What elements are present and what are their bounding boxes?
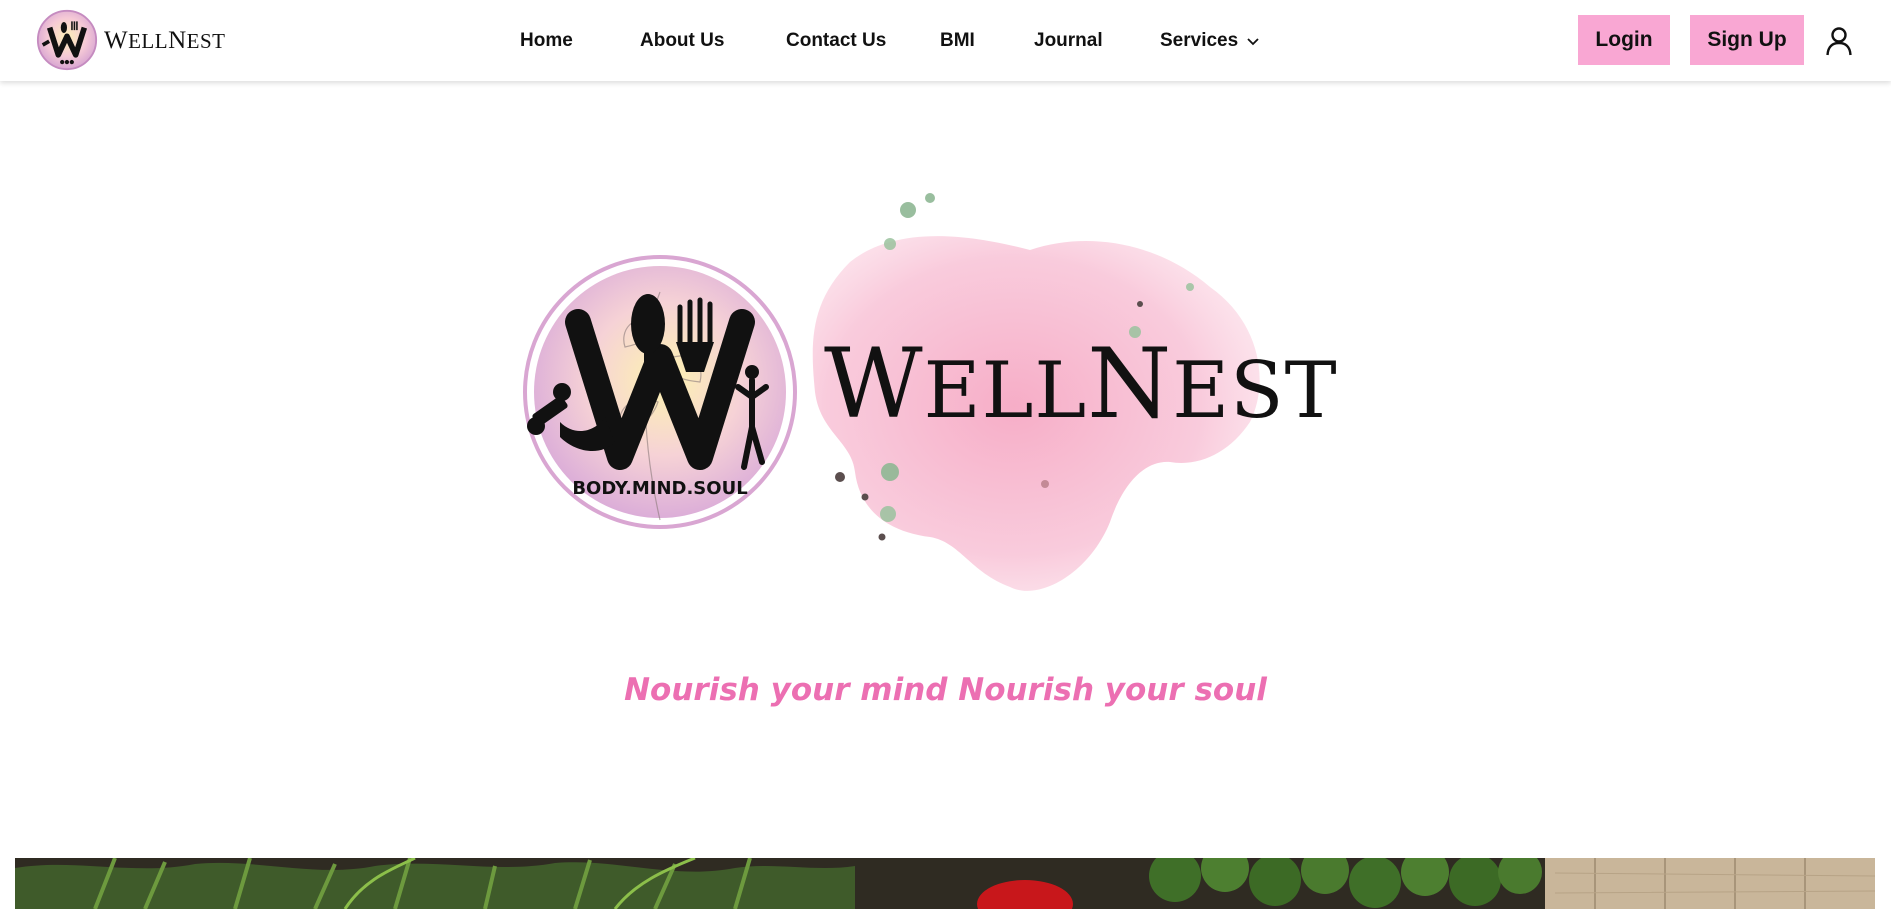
svg-text:●●●: ●●● xyxy=(60,60,75,66)
nav-bmi-link[interactable]: BMI xyxy=(940,29,975,53)
signup-button[interactable]: Sign Up xyxy=(1690,15,1804,65)
navbar: ●●● WELLNEST Home About Us Contact Us BM… xyxy=(0,0,1891,81)
nav-contact-link[interactable]: Contact Us xyxy=(786,29,886,53)
brand-logo-link[interactable]: ●●● WELLNEST xyxy=(36,8,226,72)
nav-home-link[interactable]: Home xyxy=(520,29,573,53)
hero-brand-title: WELLNEST xyxy=(824,328,1338,440)
hero-logo: BODY.MIND.SOUL WELLNEST xyxy=(520,192,1337,612)
hero-tagline: Nourish your mind Nourish your soul xyxy=(624,672,1267,708)
emblem-tagline: BODY.MIND.SOUL xyxy=(572,478,747,499)
nav-about-link[interactable]: About Us xyxy=(640,29,724,53)
hero-emblem-icon: BODY.MIND.SOUL xyxy=(523,255,797,529)
user-icon[interactable] xyxy=(1825,26,1853,56)
login-button[interactable]: Login xyxy=(1578,15,1670,65)
food-banner-graphic xyxy=(15,858,1875,909)
food-banner-image xyxy=(15,858,1875,909)
nav-services-label: Services xyxy=(1160,30,1239,51)
brand-emblem-icon: ●●● xyxy=(36,9,98,71)
brand-name: WELLNEST xyxy=(104,26,226,54)
nav-services-dropdown[interactable]: Services xyxy=(1160,29,1260,53)
nav-journal-link[interactable]: Journal xyxy=(1034,29,1103,53)
chevron-down-icon xyxy=(1247,38,1259,46)
